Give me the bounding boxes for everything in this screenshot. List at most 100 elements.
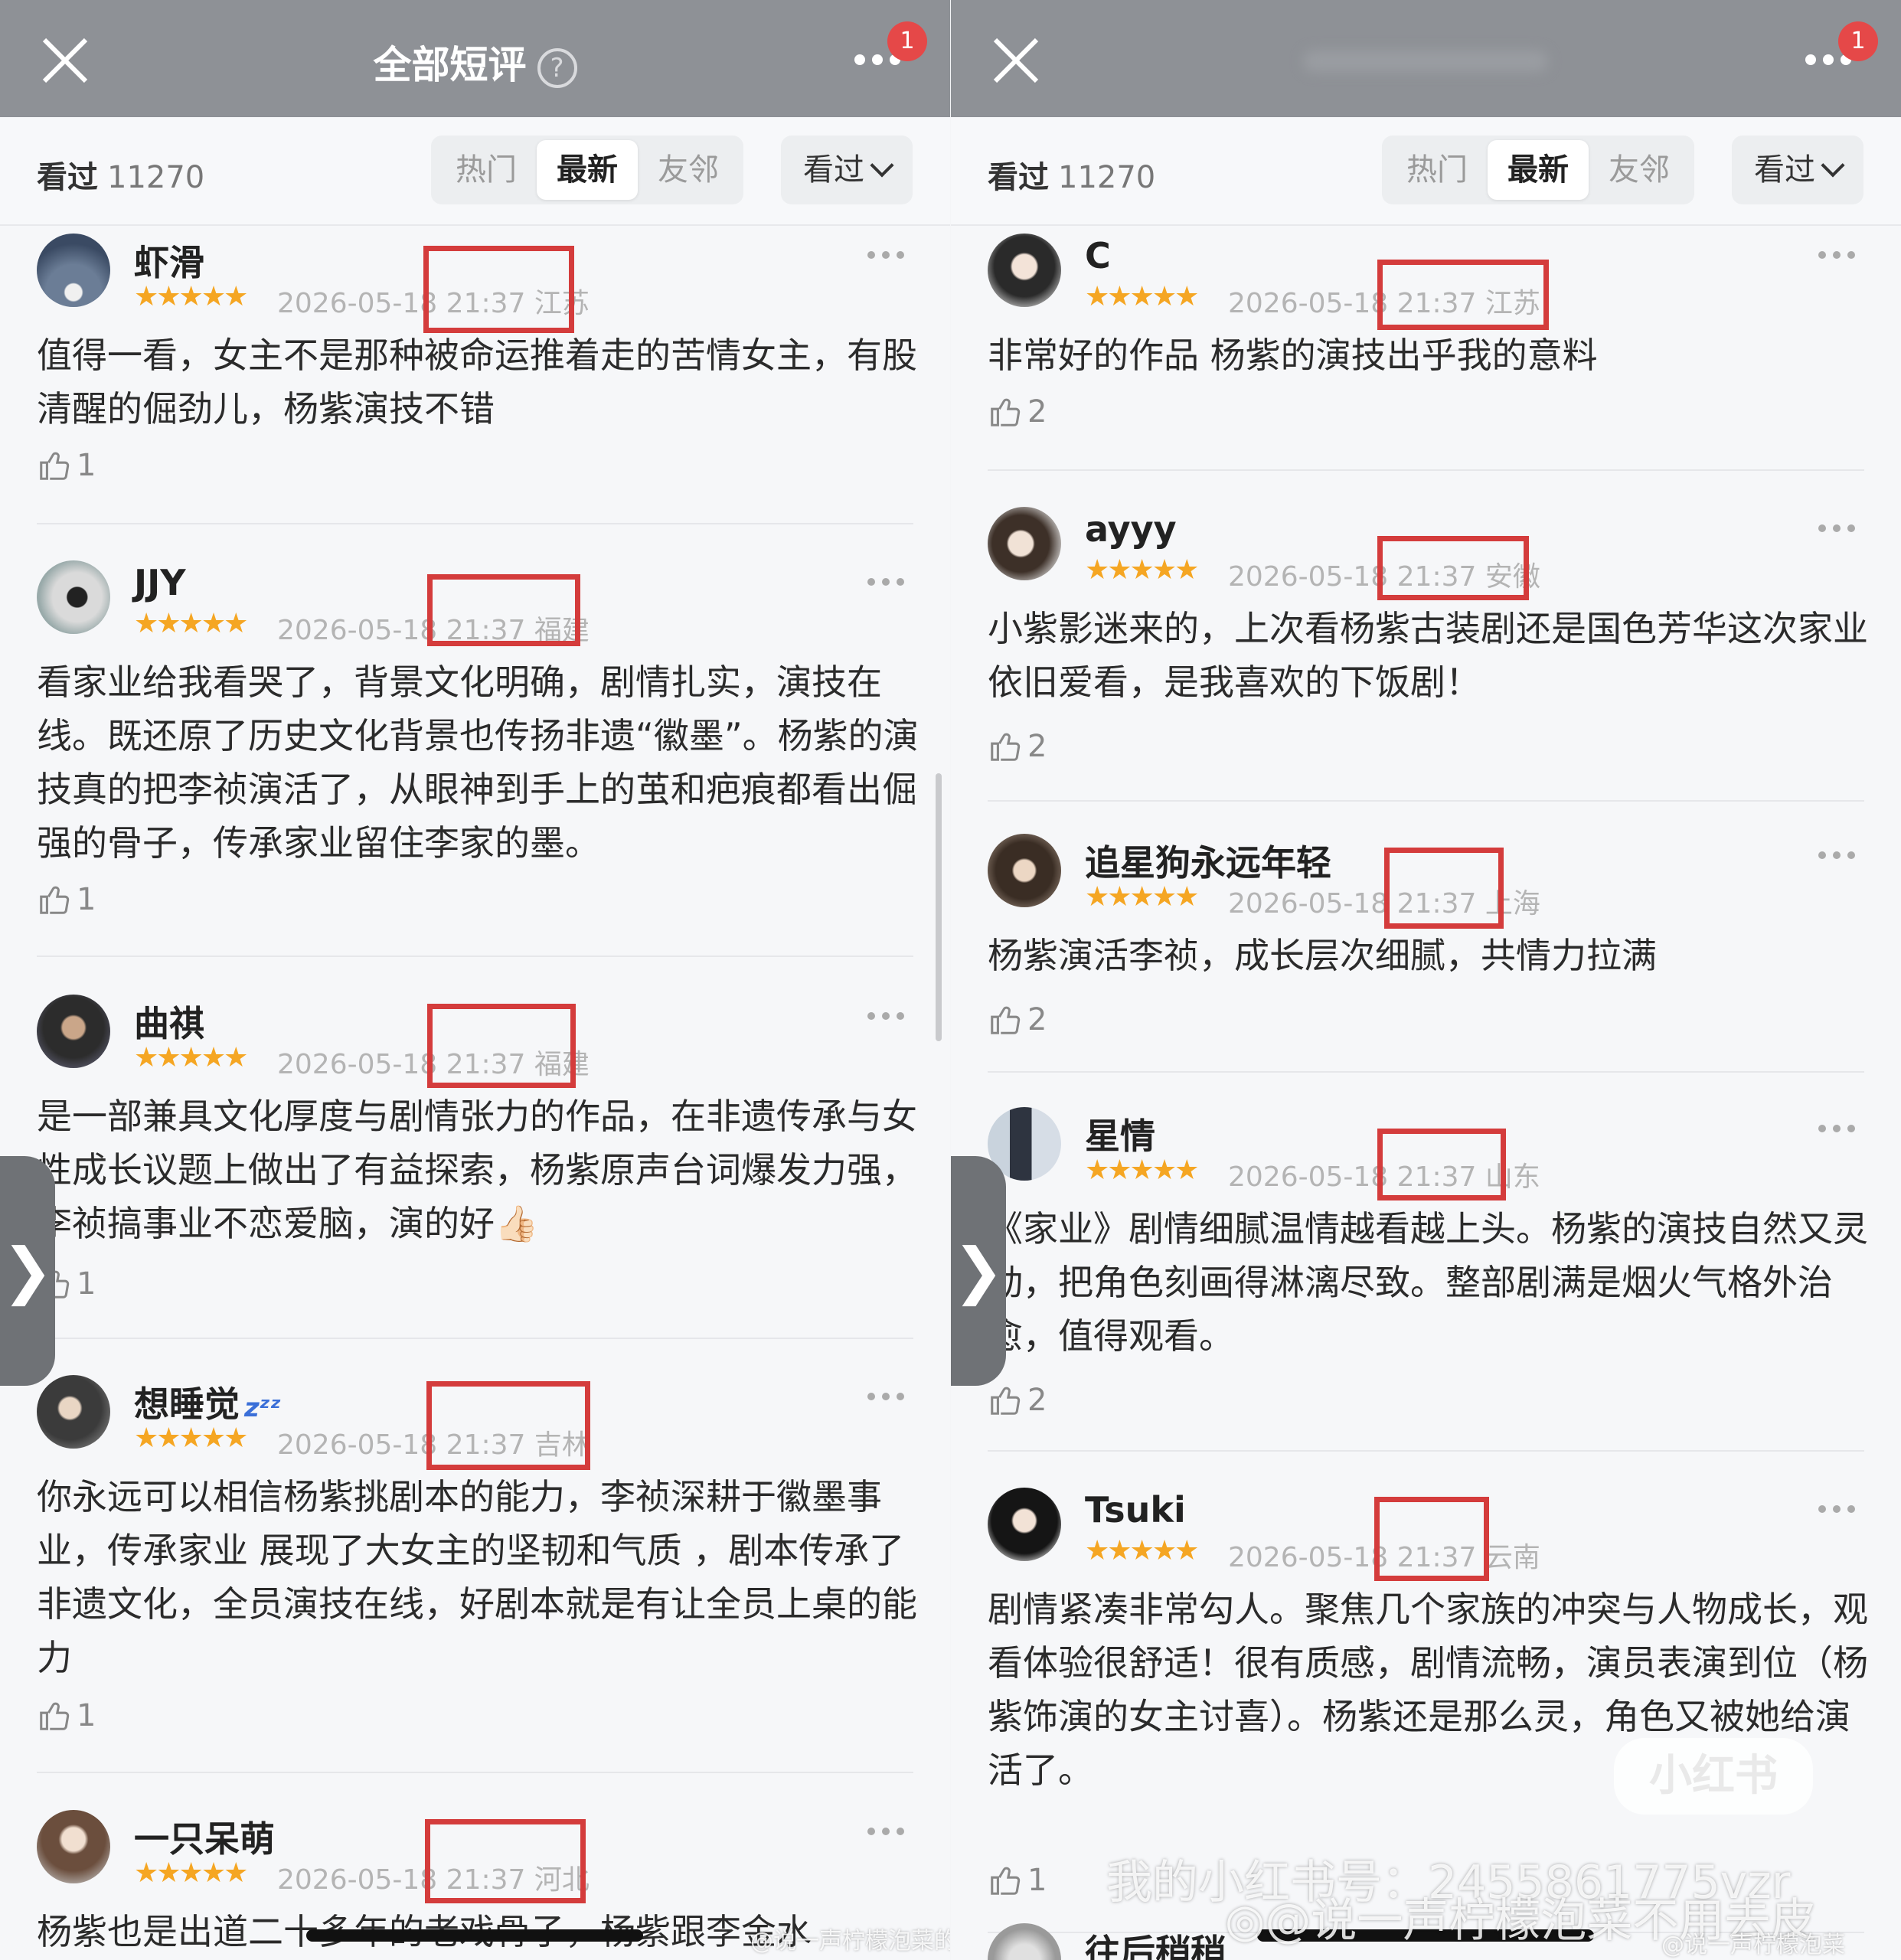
help-icon[interactable]: ? <box>537 47 577 88</box>
like-button[interactable]: 2 <box>988 1381 1047 1424</box>
review-more-icon[interactable] <box>867 247 913 259</box>
highlight-box <box>1384 848 1504 929</box>
tab-hot[interactable]: 热门 <box>1387 140 1488 200</box>
username[interactable]: 一只呆萌 <box>134 1811 275 1862</box>
review-more-icon[interactable] <box>867 1389 913 1400</box>
review-more-icon[interactable] <box>1818 1501 1864 1513</box>
divider <box>37 1772 913 1773</box>
username[interactable]: Tsuki <box>1085 1489 1186 1530</box>
thumbs-up-icon <box>991 1387 1021 1415</box>
filter-label: 看过 <box>1754 152 1815 188</box>
like-count: 2 <box>1027 729 1047 764</box>
home-indicator <box>306 1929 643 1942</box>
divider <box>988 469 1864 471</box>
username[interactable]: ayyy <box>1085 508 1177 550</box>
review-more-icon[interactable] <box>1818 1121 1864 1132</box>
like-count: 1 <box>1027 1863 1047 1898</box>
filter-bar: 看过 11270 热门 最新 友邻 看过 <box>951 117 1901 226</box>
username[interactable]: 星情 <box>1085 1109 1155 1159</box>
divider <box>37 1338 913 1339</box>
tab-friends[interactable]: 友邻 <box>1589 140 1690 200</box>
avatar[interactable] <box>988 1488 1061 1561</box>
like-button[interactable]: 2 <box>988 393 1047 436</box>
review-text: 是一部兼具文化厚度与剧情张力的作品，在非遗传承与女性成长议题上做出了有益探索，杨… <box>37 1096 917 1244</box>
rating-stars: ★★★★★ <box>1085 281 1199 312</box>
like-count: 1 <box>77 1266 96 1302</box>
highlight-box <box>427 574 580 646</box>
review-text: 杨紫演活李祯，成长层次细腻，共情力拉满 <box>988 935 1657 976</box>
like-button[interactable]: 1 <box>988 1861 1047 1904</box>
username[interactable]: 往后稍稍 <box>1085 1925 1226 1960</box>
like-button[interactable]: 1 <box>37 1697 96 1740</box>
avatar[interactable] <box>988 234 1061 307</box>
like-button[interactable]: 1 <box>37 880 96 923</box>
scrollbar[interactable] <box>936 773 942 1041</box>
review-text: 《家业》剧情细腻温情越看越上头。杨紫的演技自然又灵动，把角色刻画得淋漓尽致。整部… <box>988 1208 1868 1357</box>
watched-label: 看过 <box>37 160 98 195</box>
avatar[interactable] <box>37 234 110 307</box>
title-text: 全部短评 <box>373 43 527 87</box>
rating-stars: ★★★★★ <box>134 281 248 312</box>
username[interactable]: 曲祺 <box>134 996 204 1047</box>
watched-filter-dropdown[interactable]: 看过 <box>781 136 913 204</box>
thumbs-up-icon <box>991 398 1021 426</box>
sort-tabs: 热门 最新 友邻 <box>431 136 743 204</box>
side-arrow-tab[interactable]: ❯ <box>951 1156 1006 1386</box>
watched-filter-dropdown[interactable]: 看过 <box>1732 136 1863 204</box>
highlight-box <box>1374 1497 1489 1581</box>
avatar[interactable] <box>988 507 1061 580</box>
tab-latest[interactable]: 最新 <box>537 140 638 200</box>
divider <box>988 800 1864 802</box>
rating-stars: ★★★★★ <box>1085 1155 1199 1186</box>
avatar[interactable] <box>988 1923 1061 1960</box>
username[interactable]: 虾滑 <box>134 235 204 286</box>
avatar[interactable] <box>988 834 1061 907</box>
right-screenshot-panel: 1 看过 11270 热门 最新 友邻 看过 C ★★★★★ 2026-05-18… <box>951 0 1901 1960</box>
review-more-icon[interactable] <box>1818 848 1864 859</box>
review-more-icon[interactable] <box>867 1008 913 1020</box>
like-button[interactable]: 1 <box>37 446 96 489</box>
rating-stars: ★★★★★ <box>134 608 248 639</box>
tab-latest[interactable]: 最新 <box>1488 140 1589 200</box>
username[interactable]: 想睡觉 zᶻᶻ <box>134 1377 281 1427</box>
review-more-icon[interactable] <box>867 1824 913 1835</box>
like-button[interactable]: 2 <box>988 1001 1047 1044</box>
tab-hot[interactable]: 热门 <box>436 140 537 200</box>
highlight-box <box>427 1004 576 1088</box>
review-more-icon[interactable] <box>1818 247 1864 259</box>
watched-count: 看过 11270 <box>988 152 1155 197</box>
chevron-down-icon <box>870 153 894 178</box>
xiaohongshu-logo: 小红书 <box>1614 1738 1813 1815</box>
review-more-icon[interactable] <box>867 574 913 586</box>
side-arrow-tab[interactable]: ❯ <box>0 1156 55 1386</box>
username[interactable]: JJY <box>134 562 186 603</box>
rating-stars: ★★★★★ <box>134 1423 248 1454</box>
highlight-box <box>426 1381 590 1470</box>
like-count: 1 <box>77 448 96 483</box>
thumbs-up-icon <box>991 733 1021 761</box>
username[interactable]: C <box>1085 235 1111 276</box>
avatar[interactable] <box>37 1375 110 1449</box>
avatar[interactable] <box>37 560 110 634</box>
avatar[interactable] <box>37 995 110 1068</box>
highlight-box <box>1377 536 1529 600</box>
watched-number: 11270 <box>107 160 205 195</box>
weibo-watermark-small-right: @说一声柠檬泡菜 <box>1661 1932 1845 1958</box>
avatar[interactable] <box>37 1810 110 1883</box>
rating-stars: ★★★★★ <box>1085 1535 1199 1566</box>
like-count: 2 <box>1027 394 1047 430</box>
divider <box>988 1450 1864 1452</box>
left-screenshot-panel: 全部短评? 1 看过 11270 热门 最新 友邻 看过 虾滑 ★★★★★ 202… <box>0 0 950 1960</box>
username[interactable]: 追星狗永远年轻 <box>1085 835 1331 886</box>
like-count: 1 <box>77 882 96 917</box>
review-more-icon[interactable] <box>1818 521 1864 532</box>
rating-stars: ★★★★★ <box>134 1857 248 1889</box>
thumbs-up-icon <box>40 1702 70 1730</box>
like-button[interactable]: 2 <box>988 727 1047 770</box>
tab-friends[interactable]: 友邻 <box>638 140 739 200</box>
chevron-down-icon <box>1821 153 1845 178</box>
weibo-watermark-small: @说一声柠檬泡菜的祖宗 <box>750 1928 950 1955</box>
close-icon[interactable] <box>991 35 1041 86</box>
sleep-zzz-icon: zᶻᶻ <box>244 1393 282 1423</box>
divider <box>37 956 913 957</box>
